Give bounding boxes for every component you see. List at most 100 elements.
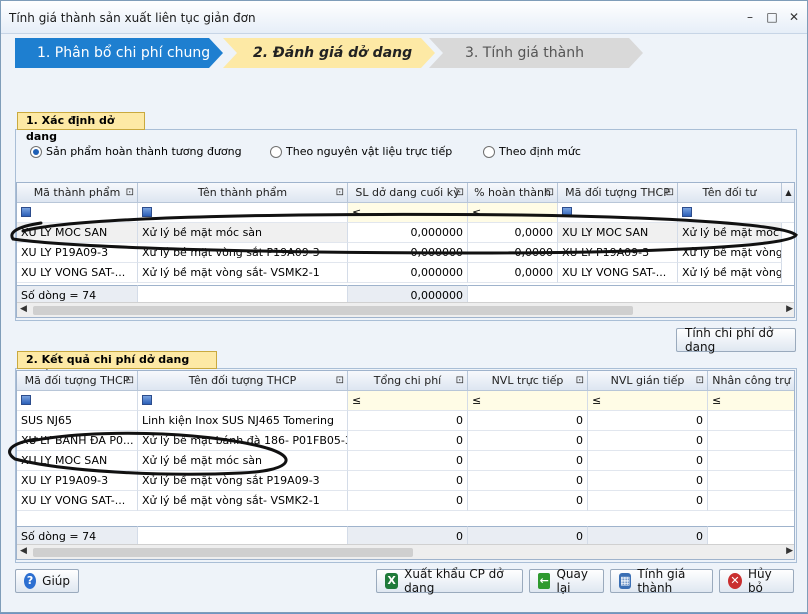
filter-toggle-icon[interactable]	[142, 395, 152, 405]
cell-percent[interactable]: 0,0000	[468, 243, 558, 263]
cancel-button[interactable]: ✕ Hủy bỏ	[719, 567, 794, 595]
col-product-name[interactable]: Tên thành phẩm ⊡	[138, 183, 348, 203]
cell-direct-material[interactable]: 0	[468, 451, 588, 471]
cell-percent[interactable]: 0,0000	[468, 223, 558, 243]
pin-icon[interactable]: ⊡	[696, 371, 704, 390]
radio-standard[interactable]	[483, 145, 495, 158]
grid-hscrollbar[interactable]: ◀ ▶	[17, 302, 794, 317]
grid-hscrollbar[interactable]: ◀ ▶	[17, 544, 794, 559]
table-row[interactable]: XU LY BANH ĐA P0... Xử lý bề mặt bánh đà…	[17, 431, 794, 451]
filter-product-code[interactable]	[17, 203, 138, 223]
col-direct-material[interactable]: NVL trực tiếp ⊡	[468, 371, 588, 391]
col-total-cost[interactable]: Tổng chi phí ⊡	[348, 371, 468, 391]
scroll-right-icon[interactable]: ▶	[786, 546, 793, 556]
cell-total-cost[interactable]: 0	[348, 491, 468, 511]
cell-direct-labor[interactable]	[708, 491, 794, 511]
scroll-thumb[interactable]	[33, 548, 413, 557]
cell-cost-object-code[interactable]: XU LY BANH ĐA P0...	[17, 431, 138, 451]
calc-wip-button[interactable]: Tính chi phí dở dang	[676, 326, 796, 354]
cell-indirect-material[interactable]: 0	[588, 491, 708, 511]
cell-cost-object-name[interactable]: Linh kiện Inox SUS NJ465 Tomering	[138, 411, 348, 431]
filter-product-name[interactable]	[138, 203, 348, 223]
scroll-left-icon[interactable]: ◀	[20, 304, 27, 314]
cell-total-cost[interactable]: 0	[348, 411, 468, 431]
option-direct-material[interactable]: Theo nguyên vật liệu trực tiếp	[270, 145, 452, 158]
table-row[interactable]: XU LY VONG SAT-... Xử lý bề mặt vòng sắt…	[17, 491, 794, 511]
maximize-icon[interactable]: □	[765, 10, 779, 24]
scroll-left-icon[interactable]: ◀	[20, 546, 27, 556]
cell-direct-labor[interactable]	[708, 431, 794, 451]
col-direct-labor[interactable]: Nhân công trự	[708, 371, 794, 391]
cell-direct-material[interactable]: 0	[468, 491, 588, 511]
step-allocate-cost[interactable]: 1. Phân bổ chi phí chung	[15, 38, 223, 68]
pin-icon[interactable]: ⊡	[576, 371, 584, 390]
minimize-icon[interactable]: –	[743, 10, 757, 24]
table-row[interactable]: XU LY P19A09-3 Xử lý bề mặt vòng sắt P19…	[17, 471, 794, 491]
cell-direct-material[interactable]: 0	[468, 471, 588, 491]
cell-product-code[interactable]: XU LY MOC SAN	[17, 223, 138, 243]
filter-cost-object-code[interactable]	[558, 203, 678, 223]
cell-direct-labor[interactable]	[708, 411, 794, 431]
pin-icon[interactable]: ⊡	[126, 371, 134, 390]
cell-cost-object-name[interactable]: Xử lý bề mặt vòng sắt- VSMK2-1	[138, 491, 348, 511]
cell-cost-object-code[interactable]: XU LY VONG SAT-...	[558, 263, 678, 283]
cell-product-code[interactable]: XU LY VONG SAT-...	[17, 263, 138, 283]
cell-direct-labor[interactable]	[708, 471, 794, 491]
cell-direct-material[interactable]: 0	[468, 431, 588, 451]
cell-cost-object-name[interactable]: Xử lý bề mặt vòng s	[678, 243, 782, 263]
table-row[interactable]: XU LY MOC SAN Xử lý bề mặt móc sàn 0,000…	[17, 223, 794, 243]
close-icon[interactable]: ✕	[787, 10, 801, 24]
cell-cost-object-name[interactable]: Xử lý bề mặt móc sà	[678, 223, 782, 243]
cell-product-code[interactable]: XU LY P19A09-3	[17, 243, 138, 263]
cell-indirect-material[interactable]: 0	[588, 431, 708, 451]
pin-icon[interactable]: ⊡	[546, 183, 554, 202]
filter-cost-object-code[interactable]	[17, 391, 138, 411]
cell-cost-object-code[interactable]: XU LY P19A09-3	[17, 471, 138, 491]
col-percent-complete[interactable]: % hoàn thành ⊡	[468, 183, 558, 203]
pin-icon[interactable]: ⊡	[456, 183, 464, 202]
cell-total-cost[interactable]: 0	[348, 451, 468, 471]
filter-cost-object-name[interactable]	[138, 391, 348, 411]
filter-indirect-material[interactable]: ≤	[588, 391, 708, 411]
cell-wip-qty[interactable]: 0,000000	[348, 223, 468, 243]
pin-icon[interactable]: ⊡	[666, 183, 674, 202]
back-button[interactable]: ← Quay lại	[529, 567, 604, 595]
cell-cost-object-code[interactable]: XU LY P19A09-3	[558, 243, 678, 263]
filter-direct-material[interactable]: ≤	[468, 391, 588, 411]
table-row[interactable]: XU LY VONG SAT-... Xử lý bề mặt vòng sắt…	[17, 263, 794, 283]
filter-toggle-icon[interactable]	[682, 207, 692, 217]
grid-scroll-up[interactable]: ▲	[782, 183, 794, 203]
cell-product-name[interactable]: Xử lý bề mặt vòng sắt P19A09-3	[138, 243, 348, 263]
radio-equivalent[interactable]	[30, 145, 42, 158]
cell-cost-object-name[interactable]: Xử lý bề mặt vòng sắt P19A09-3	[138, 471, 348, 491]
cell-total-cost[interactable]: 0	[348, 471, 468, 491]
cell-percent[interactable]: 0,0000	[468, 263, 558, 283]
cell-cost-object-name[interactable]: Xử lý bề mặt vòng s	[678, 263, 782, 283]
col-cost-object-code[interactable]: Mã đối tượng THCP ⊡	[558, 183, 678, 203]
cell-total-cost[interactable]: 0	[348, 431, 468, 451]
option-equivalent[interactable]: Sản phẩm hoàn thành tương đương	[30, 145, 242, 158]
cell-indirect-material[interactable]: 0	[588, 451, 708, 471]
filter-total-cost[interactable]: ≤	[348, 391, 468, 411]
cell-wip-qty[interactable]: 0,000000	[348, 263, 468, 283]
cell-product-name[interactable]: Xử lý bề mặt móc sàn	[138, 223, 348, 243]
col-cost-object-name[interactable]: Tên đối tư	[678, 183, 782, 203]
filter-toggle-icon[interactable]	[562, 207, 572, 217]
scroll-right-icon[interactable]: ▶	[786, 304, 793, 314]
scroll-thumb[interactable]	[33, 306, 633, 315]
cell-cost-object-code[interactable]: SUS NJ65	[17, 411, 138, 431]
filter-toggle-icon[interactable]	[21, 395, 31, 405]
help-button[interactable]: ? Giúp	[15, 569, 79, 593]
col-product-code[interactable]: Mã thành phẩm ⊡	[17, 183, 138, 203]
cell-indirect-material[interactable]: 0	[588, 411, 708, 431]
col-cost-object-name[interactable]: Tên đối tượng THCP ⊡	[138, 371, 348, 391]
cell-product-name[interactable]: Xử lý bề mặt vòng sắt- VSMK2-1	[138, 263, 348, 283]
step-calc-price[interactable]: 3. Tính giá thành	[429, 38, 643, 68]
filter-wip-qty[interactable]: ≤	[348, 203, 468, 223]
pin-icon[interactable]: ⊡	[456, 371, 464, 390]
cell-direct-labor[interactable]	[708, 451, 794, 471]
calc-price-button[interactable]: ▦ Tính giá thành	[610, 567, 713, 595]
radio-direct-material[interactable]	[270, 145, 282, 158]
pin-icon[interactable]: ⊡	[336, 183, 344, 202]
cell-cost-object-code[interactable]: XU LY MOC SAN	[558, 223, 678, 243]
